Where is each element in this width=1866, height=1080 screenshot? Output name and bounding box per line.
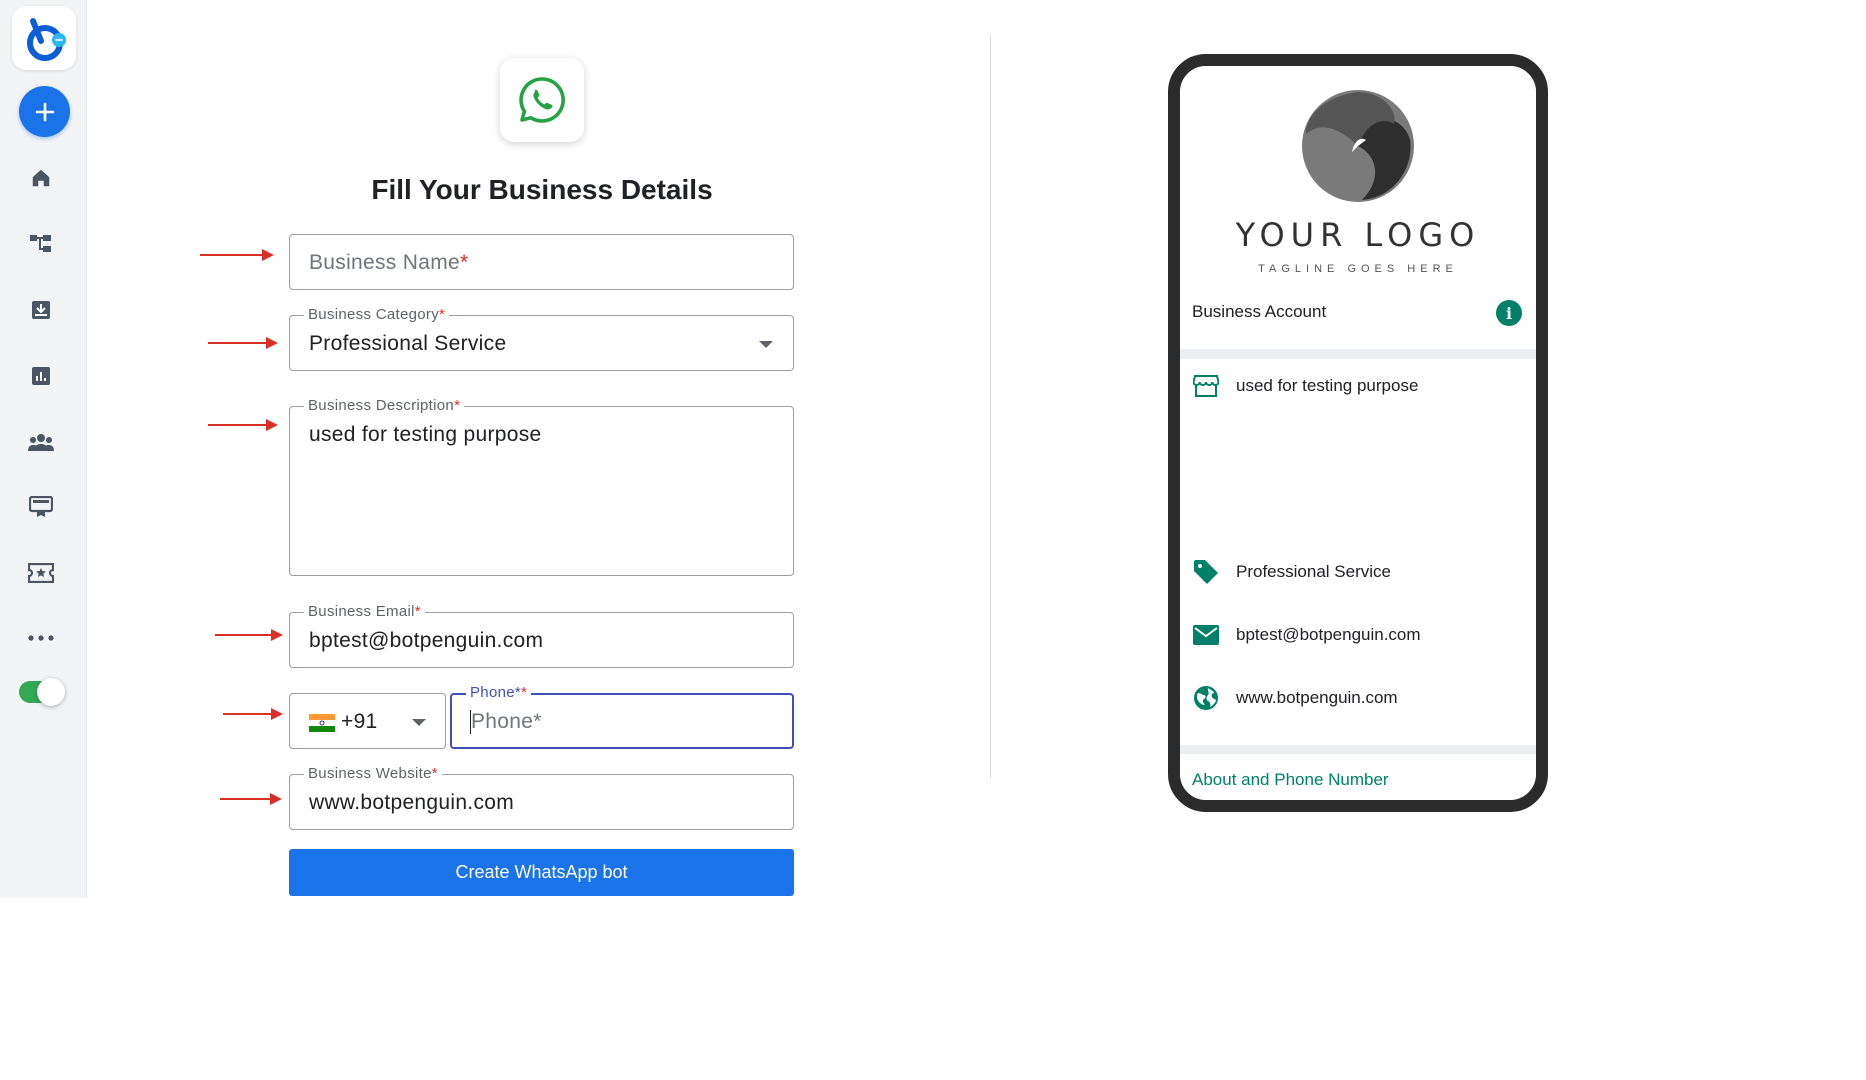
arrow-annotation-icon xyxy=(208,337,278,349)
flow-icon[interactable] xyxy=(26,229,56,259)
users-icon[interactable] xyxy=(26,427,56,457)
country-code-select[interactable]: +91 xyxy=(289,693,446,749)
phone-placeholder: Phone* xyxy=(471,710,542,733)
business-email-field[interactable]: Business Email* bptest@botpenguin.com xyxy=(289,603,794,668)
business-category-label: Business Category* xyxy=(304,306,450,323)
business-name-field[interactable]: Business Name* xyxy=(289,234,794,290)
mail-icon xyxy=(1192,621,1220,649)
arrow-annotation-icon xyxy=(215,629,283,641)
add-button[interactable] xyxy=(19,86,70,137)
preview-website-row: www.botpenguin.com xyxy=(1192,684,1398,712)
logo-placeholder-icon xyxy=(1302,90,1414,202)
preview-category: Professional Service xyxy=(1236,562,1391,581)
phone-input[interactable]: Phone** Phone* xyxy=(450,684,794,749)
preview-category-row: Professional Service xyxy=(1192,558,1391,586)
phone-preview: YOUR LOGO TAGLINE GOES HERE Business Acc… xyxy=(1168,54,1548,812)
chevron-down-icon xyxy=(759,341,773,348)
whatsapp-badge xyxy=(500,58,584,142)
phone-label: Phone** xyxy=(466,684,532,701)
preview-details: used for testing purpose Professional Se… xyxy=(1180,359,1536,745)
business-account-label: Business Account xyxy=(1192,302,1327,321)
business-name-placeholder: Business Name* xyxy=(309,251,469,274)
store-icon xyxy=(1192,372,1220,400)
status-toggle[interactable] xyxy=(19,678,65,706)
cube-logo-icon xyxy=(27,18,66,61)
info-icon[interactable]: i xyxy=(1496,300,1522,326)
sidebar xyxy=(0,0,87,898)
tag-icon xyxy=(1192,558,1220,586)
india-flag-icon xyxy=(309,714,335,732)
preview-header: YOUR LOGO TAGLINE GOES HERE Business Acc… xyxy=(1180,66,1536,349)
page-title: Fill Your Business Details xyxy=(371,174,713,205)
chevron-down-icon xyxy=(412,719,426,726)
business-category-select[interactable]: Business Category* Professional Service xyxy=(289,306,794,371)
preview-footer: About and Phone Number xyxy=(1180,754,1536,800)
more-icon[interactable] xyxy=(26,623,56,653)
create-whatsapp-bot-button[interactable]: Create WhatsApp bot xyxy=(289,849,794,896)
preview-email: bptest@botpenguin.com xyxy=(1236,625,1421,644)
about-phone-link[interactable]: About and Phone Number xyxy=(1192,770,1389,790)
preview-description-row: used for testing purpose xyxy=(1192,372,1418,400)
vertical-divider xyxy=(990,35,991,778)
business-website-field[interactable]: Business Website* www.botpenguin.com xyxy=(289,765,794,830)
business-description-textarea[interactable]: Business Description* used for testing p… xyxy=(289,397,794,576)
business-website-value: www.botpenguin.com xyxy=(309,791,515,814)
ticket-icon[interactable] xyxy=(26,558,56,588)
business-description-value: used for testing purpose xyxy=(309,423,542,446)
arrow-annotation-icon xyxy=(220,793,282,805)
business-email-label: Business Email* xyxy=(304,603,425,620)
business-email-value: bptest@botpenguin.com xyxy=(309,629,544,652)
business-description-label: Business Description* xyxy=(304,397,465,414)
app-logo[interactable] xyxy=(12,6,76,70)
preview-email-row: bptest@botpenguin.com xyxy=(1192,621,1421,649)
whatsapp-icon xyxy=(519,77,565,123)
plus-icon xyxy=(35,102,54,121)
arrow-annotation-icon xyxy=(200,249,274,261)
logo-text: YOUR LOGO xyxy=(1235,216,1481,254)
arrow-annotation-icon xyxy=(208,419,278,431)
country-code-value: +91 xyxy=(341,710,378,733)
billing-icon[interactable] xyxy=(26,492,56,522)
analytics-icon[interactable] xyxy=(26,361,56,391)
preview-description: used for testing purpose xyxy=(1236,376,1419,395)
business-website-label: Business Website* xyxy=(304,765,442,782)
inbox-icon[interactable] xyxy=(26,295,56,325)
toggle-knob xyxy=(37,678,65,706)
preview-website: www.botpenguin.com xyxy=(1236,688,1398,707)
globe-icon xyxy=(1192,684,1220,712)
arrow-annotation-icon xyxy=(223,708,283,720)
home-icon[interactable] xyxy=(26,163,56,193)
logo-tagline: TAGLINE GOES HERE xyxy=(1258,263,1458,275)
business-category-value: Professional Service xyxy=(309,332,507,355)
